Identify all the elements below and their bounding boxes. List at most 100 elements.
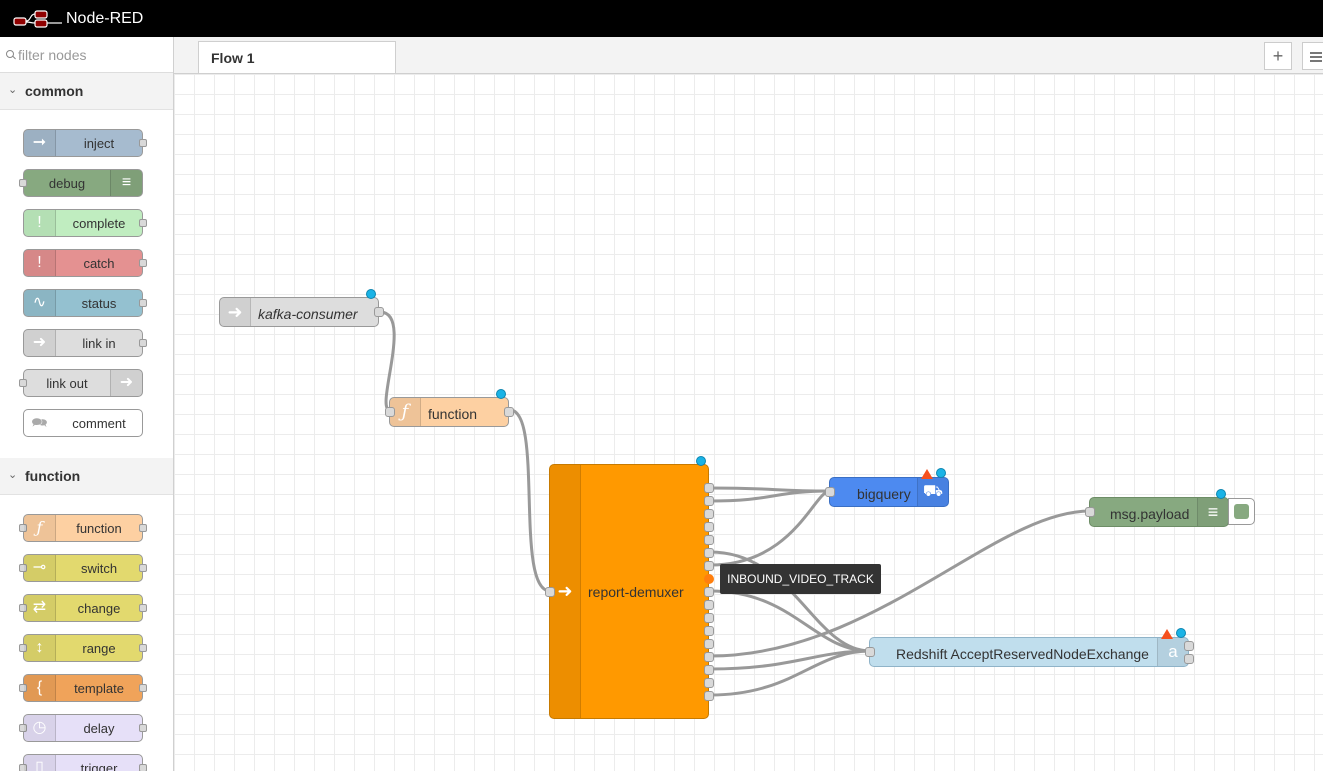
palette-node-label: link in [82,336,116,351]
link-out-icon: ➜ [110,370,142,396]
output-port[interactable] [704,600,714,610]
output-port [139,564,147,572]
node-label: report-demuxer [588,584,684,600]
changed-indicator [366,289,376,299]
chevron-down-icon: ⌄ [8,84,18,96]
pulse-icon: ∿ [24,290,56,316]
tab-flow-1[interactable]: Flow 1 [198,41,396,73]
output-port[interactable] [704,639,714,649]
palette-node-catch[interactable]: ! catch [23,249,147,277]
node-bigquery[interactable]: bigquery ⛟ [829,477,949,507]
debug-toggle-button[interactable] [1228,498,1255,525]
palette-node-label: catch [83,256,115,271]
curly-brace-icon: { [24,675,56,701]
output-port[interactable] [704,652,714,662]
palette-node-label: debug [48,176,86,191]
output-port [139,604,147,612]
output-port[interactable] [704,535,714,545]
link-in-icon: ➜ [220,298,251,326]
debug-list-icon: ≡ [1197,498,1228,526]
palette-filter [0,37,173,73]
output-port[interactable] [704,626,714,636]
changed-indicator [496,389,506,399]
node-redshift[interactable]: Redshift AcceptReservedNodeExchange a [869,637,1189,667]
palette-node-function[interactable]: ƒ function [19,514,147,542]
changed-indicator [1216,489,1226,499]
palette-node-link-in[interactable]: ➜ link in [23,329,147,357]
changed-indicator [936,468,946,478]
app-title: Node-RED [66,10,144,27]
input-port[interactable] [865,647,875,657]
output-port [139,339,147,347]
flow-workspace[interactable]: ➜ kafka-consumer ƒ function ➜ report-dem… [174,74,1323,771]
range-icon: ↕ [24,635,56,661]
output-port [139,684,147,692]
output-port[interactable] [704,509,714,519]
palette-node-status[interactable]: ∿ status [23,289,147,317]
output-port[interactable] [704,483,714,493]
output-port[interactable] [704,522,714,532]
chevron-down-icon: ⌄ [8,469,18,481]
output-port [139,219,147,227]
tab-label: Flow 1 [211,50,255,66]
output-port[interactable] [704,496,714,506]
input-port[interactable] [825,487,835,497]
node-kafka-consumer[interactable]: ➜ kafka-consumer [219,297,379,327]
node-report-demuxer[interactable]: ➜ report-demuxer [549,464,709,719]
output-port[interactable] [704,691,714,701]
output-port[interactable] [704,678,714,688]
output-port[interactable] [1184,641,1194,651]
wire [709,649,871,697]
input-port[interactable] [545,587,555,597]
output-port [139,764,147,771]
palette-node-comment[interactable]: 🗪 comment [23,409,143,437]
palette-node-switch[interactable]: ⊸ switch [19,554,147,582]
palette-node-label: link out [46,376,88,391]
palette-category-common[interactable]: ⌄ common [0,73,173,110]
wire [509,408,551,593]
palette-node-label: delay [83,721,115,736]
search-icon [6,50,14,58]
node-function[interactable]: ƒ function [389,397,509,427]
palette-node-trigger[interactable]: ▯ trigger [19,754,147,771]
output-port [139,139,147,147]
plus-icon: + [1272,46,1284,66]
output-port[interactable] [704,665,714,675]
list-flows-button[interactable] [1302,42,1323,70]
input-port[interactable] [385,407,395,417]
node-msg-payload[interactable]: msg.payload ≡ [1089,497,1229,527]
output-port[interactable] [504,407,514,417]
node-label: function [428,406,478,422]
palette-node-change[interactable]: ⇄ change [19,594,147,622]
palette-node-delay[interactable]: ◷ delay [19,714,147,742]
add-flow-button[interactable]: + [1264,42,1292,70]
output-port[interactable] [704,613,714,623]
link-in-icon: ➜ [24,330,56,356]
node-palette: ⌄ common ➞ inject debug ≡ ! complete ! c… [0,37,174,771]
palette-node-range[interactable]: ↕ range [19,634,147,662]
output-port[interactable] [704,561,714,571]
filter-nodes-input[interactable] [18,45,168,65]
palette-node-label: status [81,296,117,311]
palette-node-template[interactable]: { template [19,674,147,702]
palette-node-inject[interactable]: ➞ inject [23,129,147,157]
wire [379,310,396,412]
input-port[interactable] [1085,507,1095,517]
palette-node-debug[interactable]: debug ≡ [19,169,143,197]
shuffle-icon: ⇄ [24,595,56,621]
output-port-hover[interactable] [704,574,714,584]
node-label: kafka-consumer [258,306,358,322]
output-port[interactable] [704,587,714,597]
exclamation-icon: ! [24,250,56,276]
output-port [139,524,147,532]
inject-icon: ➞ [24,130,56,156]
warning-triangle-icon [1161,629,1173,639]
switch-icon: ⊸ [24,555,56,581]
palette-node-complete[interactable]: ! complete [23,209,147,237]
palette-category-function[interactable]: ⌄ function [0,458,173,495]
node-red-logo-icon [13,10,62,28]
palette-node-link-out[interactable]: link out ➜ [19,369,143,397]
output-port[interactable] [704,548,714,558]
output-port[interactable] [1184,654,1194,664]
output-port[interactable] [374,307,384,317]
